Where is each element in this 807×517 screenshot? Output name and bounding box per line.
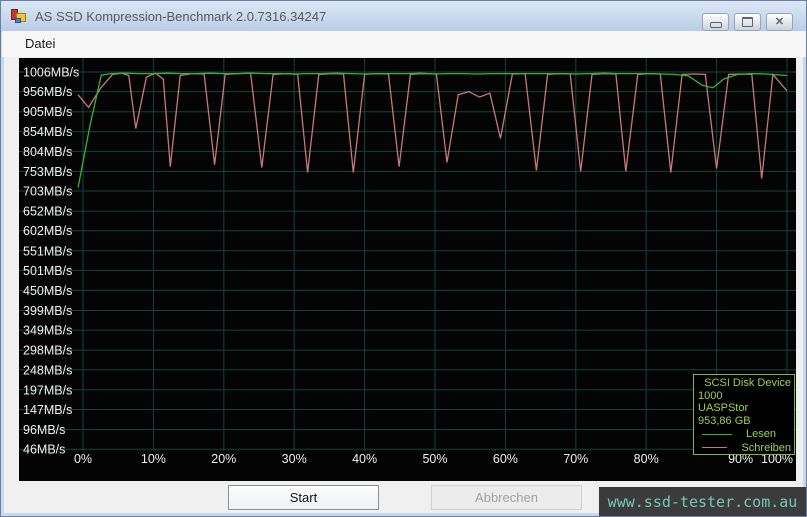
legend-entry-read: Lesen <box>698 428 791 441</box>
y-axis-tick-label: 450MB/s <box>23 284 72 298</box>
legend-driver: UASPStor <box>698 402 749 414</box>
x-axis-tick-label: 80% <box>634 452 659 466</box>
y-axis-tick-label: 602MB/s <box>23 224 72 238</box>
legend-firmware: 1000 <box>698 389 723 402</box>
series-line-schreiben <box>77 72 788 179</box>
y-axis-tick-label: 1006MB/s <box>23 66 79 80</box>
start-button[interactable]: Start <box>228 485 379 510</box>
y-axis-tick-label: 248MB/s <box>23 363 72 377</box>
y-axis-tick-label: 147MB/s <box>23 403 72 417</box>
x-axis-tick-label: 20% <box>211 452 236 466</box>
legend-entry-write: Schreiben <box>698 442 791 455</box>
x-axis-tick-label: 60% <box>493 452 518 466</box>
window-controls: ✕ <box>702 13 793 31</box>
x-axis-tick-label: 30% <box>282 452 307 466</box>
menu-item-datei[interactable]: Datei <box>2 31 63 51</box>
write-line-swatch <box>702 447 728 449</box>
x-axis-tick-label: 0% <box>74 452 92 466</box>
y-axis-tick-label: 652MB/s <box>23 205 72 219</box>
x-axis-tick-label: 40% <box>352 452 377 466</box>
legend-write-label: Schreiben <box>741 441 791 454</box>
abort-button: Abbrechen <box>431 485 582 510</box>
y-axis-tick-label: 197MB/s <box>23 383 72 397</box>
y-axis-tick-label: 551MB/s <box>23 244 72 258</box>
benchmark-chart: 1006MB/s 956MB/s 905MB/s 854MB/s 804MB/s 753M… <box>19 58 796 481</box>
y-axis-tick-label: 96MB/s <box>23 423 65 437</box>
app-icon-blue-square <box>15 18 21 23</box>
y-axis-tick-label: 905MB/s <box>23 105 72 119</box>
maximize-button[interactable] <box>734 13 761 31</box>
chart-legend: SCSI Disk Device 1000 UASPStor 953,86 GB… <box>693 374 795 455</box>
y-axis-tick-label: 703MB/s <box>23 185 72 199</box>
watermark: www.ssd-tester.com.au <box>599 487 806 516</box>
legend-device-name: SCSI Disk Device <box>704 377 791 389</box>
maximize-icon <box>742 17 753 27</box>
app-window: AS SSD Kompression-Benchmark 2.0.7316.34… <box>0 0 807 517</box>
y-axis-tick-label: 804MB/s <box>23 145 72 159</box>
y-axis-tick-label: 349MB/s <box>23 324 72 338</box>
read-line-swatch <box>702 433 732 435</box>
y-axis-tick-label: 46MB/s <box>23 443 65 457</box>
legend-read-label: Lesen <box>746 428 776 440</box>
y-axis-tick-label: 956MB/s <box>23 85 72 99</box>
app-icon <box>11 8 27 24</box>
legend-capacity: 953,86 GB <box>698 414 751 427</box>
y-axis-tick-label: 753MB/s <box>23 165 72 179</box>
y-axis-tick-label: 854MB/s <box>23 125 72 139</box>
close-button[interactable]: ✕ <box>766 13 793 31</box>
x-axis-tick-label: 10% <box>141 452 166 466</box>
close-icon: ✕ <box>774 15 785 28</box>
x-axis-tick-label: 50% <box>422 452 447 466</box>
y-axis-tick-label: 501MB/s <box>23 264 72 278</box>
minimize-icon <box>709 21 722 28</box>
x-axis-tick-label: 70% <box>563 452 588 466</box>
chart-canvas: 1006MB/s 956MB/s 905MB/s 854MB/s 804MB/s 753M… <box>19 58 796 466</box>
minimize-button[interactable] <box>702 13 729 31</box>
window-title: AS SSD Kompression-Benchmark 2.0.7316.34… <box>35 8 327 24</box>
menubar: Datei <box>2 31 806 57</box>
y-axis-tick-label: 399MB/s <box>23 304 72 318</box>
y-axis-tick-label: 298MB/s <box>23 344 72 358</box>
titlebar[interactable]: AS SSD Kompression-Benchmark 2.0.7316.34… <box>1 1 806 32</box>
